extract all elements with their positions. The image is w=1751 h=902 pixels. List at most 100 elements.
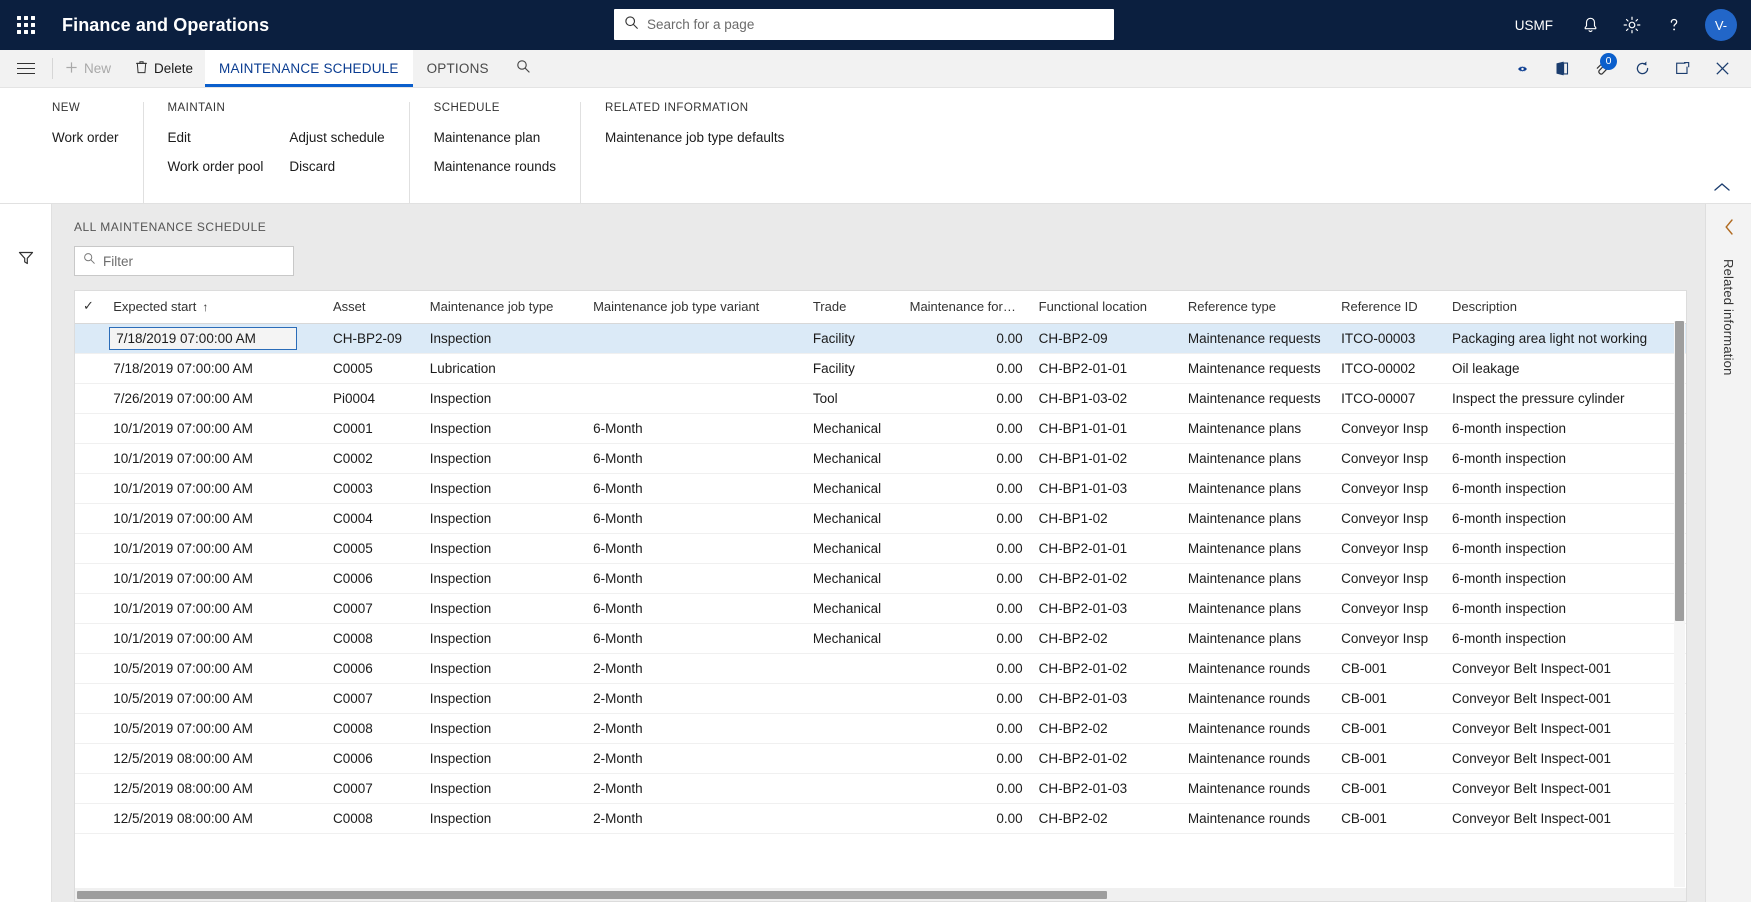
- grid-vertical-scroll-thumb[interactable]: [1675, 321, 1684, 621]
- quick-filter[interactable]: [74, 246, 294, 276]
- column-header-reference-id[interactable]: Reference ID: [1333, 291, 1444, 324]
- table-row[interactable]: 10/5/2019 07:00:00 AM C0008 Inspection 2-Mo…: [75, 713, 1686, 744]
- action-maintenance-rounds[interactable]: Maintenance rounds: [434, 159, 556, 174]
- global-search-input[interactable]: [647, 17, 1104, 32]
- action-maintenance-job-type-defaults[interactable]: Maintenance job type defaults: [605, 130, 784, 145]
- related-information-label[interactable]: Related information: [1721, 259, 1736, 376]
- action-group-new: NEW Work order: [52, 102, 143, 203]
- table-row[interactable]: 10/1/2019 07:00:00 AM C0005 Inspection 6-Mo…: [75, 533, 1686, 564]
- action-maintenance-plan[interactable]: Maintenance plan: [434, 130, 556, 145]
- close-icon[interactable]: [1703, 50, 1741, 88]
- row-select-cell[interactable]: [75, 623, 106, 654]
- table-row[interactable]: 10/5/2019 07:00:00 AM C0007 Inspection 2-Mo…: [75, 683, 1686, 714]
- waffle-menu-button[interactable]: [0, 0, 52, 50]
- open-in-office-icon[interactable]: [1543, 50, 1581, 88]
- action-discard[interactable]: Discard: [289, 159, 384, 174]
- cell-reference-type: Maintenance plans: [1179, 443, 1334, 474]
- popout-icon[interactable]: [1663, 50, 1701, 88]
- search-icon: [624, 15, 639, 35]
- row-select-cell[interactable]: [75, 533, 106, 564]
- cell-trade: Mechanical: [804, 473, 902, 504]
- question-mark-icon[interactable]: [1655, 6, 1693, 44]
- expected-start-input[interactable]: 7/18/2019 07:00:00 AM: [109, 327, 298, 350]
- grid-horizontal-scroll-thumb[interactable]: [77, 891, 1107, 899]
- row-select-cell[interactable]: [75, 443, 106, 474]
- table-row[interactable]: 12/5/2019 08:00:00 AM C0008 Inspection 2-Mo…: [75, 803, 1686, 834]
- tab-maintenance-schedule[interactable]: MAINTENANCE SCHEDULE: [205, 50, 413, 87]
- command-search-button[interactable]: [503, 50, 545, 87]
- action-pane: NEW Work order MAINTAIN Edit Work order …: [0, 88, 1751, 204]
- table-row[interactable]: 10/1/2019 07:00:00 AM C0002 Inspection 6-Mo…: [75, 443, 1686, 474]
- row-select-cell[interactable]: [75, 323, 106, 354]
- row-select-cell[interactable]: [75, 383, 106, 414]
- row-select-cell[interactable]: [75, 593, 106, 624]
- table-row[interactable]: 10/1/2019 07:00:00 AM C0008 Inspection 6-Mo…: [75, 623, 1686, 654]
- column-header-trade[interactable]: Trade: [804, 291, 902, 324]
- new-button[interactable]: New: [53, 50, 123, 87]
- row-select-cell[interactable]: [75, 743, 106, 774]
- column-header-maintenance-forecast[interactable]: Maintenance forecast...: [901, 291, 1031, 324]
- column-header-description[interactable]: Description: [1443, 291, 1686, 324]
- navigation-menu-button[interactable]: [0, 50, 52, 87]
- row-select-cell[interactable]: [75, 473, 106, 504]
- cell-maintenance-job-type[interactable]: Inspection: [421, 323, 586, 354]
- tab-options[interactable]: OPTIONS: [413, 50, 503, 87]
- row-select-cell[interactable]: [75, 713, 106, 744]
- row-select-cell[interactable]: [75, 503, 106, 534]
- table-row[interactable]: 10/1/2019 07:00:00 AM C0001 Inspection 6-Mo…: [75, 413, 1686, 444]
- action-group-schedule: SCHEDULE Maintenance plan Maintenance ro…: [408, 102, 580, 203]
- refresh-icon[interactable]: [1623, 50, 1661, 88]
- action-work-order-pool[interactable]: Work order pool: [168, 159, 264, 174]
- bell-icon[interactable]: [1571, 6, 1609, 44]
- column-header-expected-start[interactable]: Expected start ↑: [105, 291, 325, 324]
- table-row[interactable]: 12/5/2019 08:00:00 AM C0007 Inspection 2-Mo…: [75, 773, 1686, 804]
- cell-description: 6-month inspection: [1443, 473, 1686, 504]
- column-header-functional-location[interactable]: Functional location: [1030, 291, 1180, 324]
- row-select-cell[interactable]: [75, 773, 106, 804]
- column-header-maintenance-job-type[interactable]: Maintenance job type: [421, 291, 586, 324]
- avatar[interactable]: V-: [1705, 9, 1737, 41]
- global-search-box[interactable]: [614, 9, 1114, 40]
- global-search[interactable]: [614, 9, 1114, 40]
- cell-maintenance-job-type-variant: [585, 323, 805, 354]
- action-pane-collapse-button[interactable]: [1713, 179, 1731, 197]
- cell-functional-location[interactable]: CH-BP2-09: [1030, 323, 1180, 354]
- cell-maintenance-job-type-variant: [585, 383, 805, 414]
- column-header-maintenance-job-type-variant[interactable]: Maintenance job type variant: [585, 291, 805, 324]
- column-header-reference-type[interactable]: Reference type: [1179, 291, 1334, 324]
- company-selector[interactable]: USMF: [1501, 18, 1567, 33]
- cell-functional-location: CH-BP1-02: [1030, 503, 1180, 534]
- select-all-header[interactable]: ✓: [75, 291, 106, 324]
- row-select-cell[interactable]: [75, 413, 106, 444]
- cell-trade[interactable]: Facility: [804, 323, 902, 354]
- action-work-order[interactable]: Work order: [52, 130, 119, 145]
- table-row[interactable]: 7/18/2019 07:00:00 AM CH-BP2-09 Inspection…: [75, 323, 1686, 354]
- table-row[interactable]: 10/1/2019 07:00:00 AM C0004 Inspection 6-Mo…: [75, 503, 1686, 534]
- gear-icon[interactable]: [1613, 6, 1651, 44]
- grid-horizontal-scrollbar[interactable]: [74, 888, 1687, 902]
- filter-pane-button[interactable]: [8, 242, 44, 278]
- table-row[interactable]: 12/5/2019 08:00:00 AM C0006 Inspection 2-Mo…: [75, 743, 1686, 774]
- row-select-cell[interactable]: [75, 353, 106, 384]
- delete-button[interactable]: Delete: [123, 50, 205, 87]
- table-row[interactable]: 10/1/2019 07:00:00 AM C0006 Inspection 6-Mo…: [75, 563, 1686, 594]
- action-edit[interactable]: Edit: [168, 130, 264, 145]
- table-row[interactable]: 10/1/2019 07:00:00 AM C0003 Inspection 6-Mo…: [75, 473, 1686, 504]
- row-select-cell[interactable]: [75, 803, 106, 834]
- row-select-cell[interactable]: [75, 653, 106, 684]
- action-adjust-schedule[interactable]: Adjust schedule: [289, 130, 384, 145]
- share-icon[interactable]: [1503, 50, 1541, 88]
- related-information-expand-button[interactable]: [1723, 218, 1735, 241]
- column-header-asset[interactable]: Asset: [325, 291, 422, 324]
- cell-maintenance-job-type-variant: 6-Month: [585, 623, 805, 654]
- quick-filter-input[interactable]: [103, 253, 285, 269]
- table-row[interactable]: 10/1/2019 07:00:00 AM C0007 Inspection 6-Mo…: [75, 593, 1686, 624]
- attachment-icon[interactable]: 0: [1583, 50, 1621, 88]
- grid-vertical-scrollbar[interactable]: [1674, 321, 1685, 887]
- row-select-cell[interactable]: [75, 683, 106, 714]
- table-row[interactable]: 10/5/2019 07:00:00 AM C0006 Inspection 2-Mo…: [75, 653, 1686, 684]
- cell-asset[interactable]: CH-BP2-09: [325, 323, 422, 354]
- table-row[interactable]: 7/26/2019 07:00:00 AM Pi0004 Inspection Too…: [75, 383, 1686, 414]
- row-select-cell[interactable]: [75, 563, 106, 594]
- table-row[interactable]: 7/18/2019 07:00:00 AM C0005 Lubrication Fac…: [75, 353, 1686, 384]
